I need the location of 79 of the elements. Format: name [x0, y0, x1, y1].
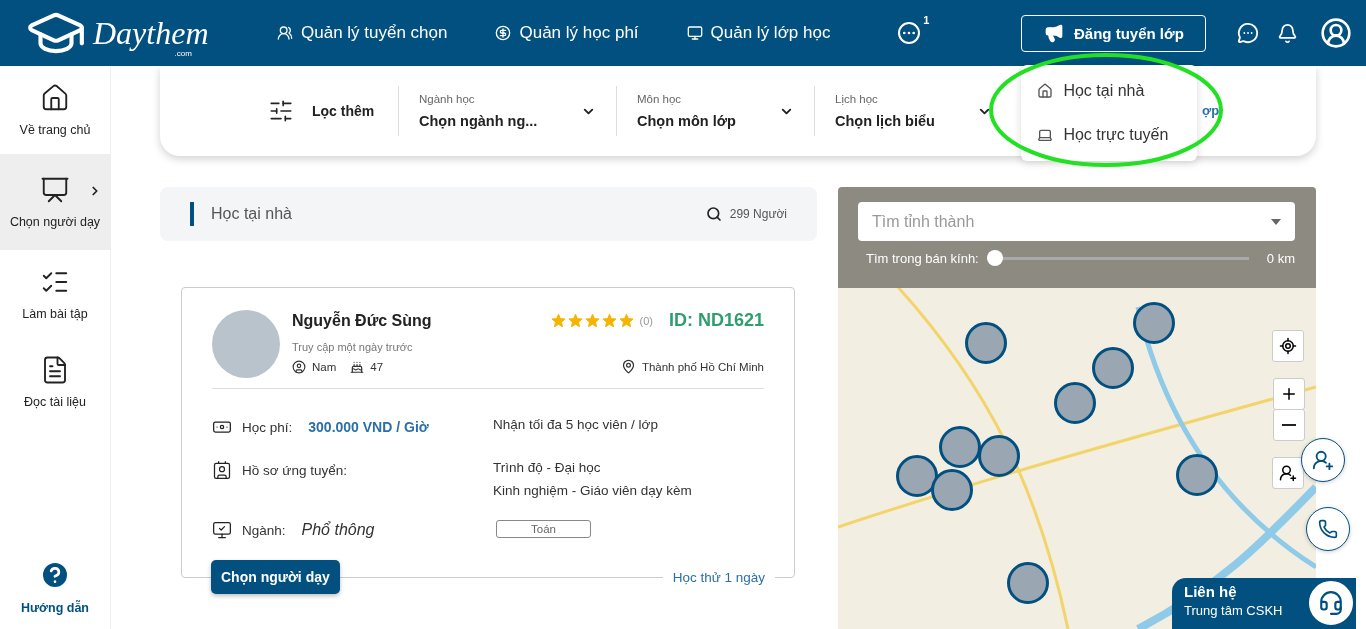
presentation-board-icon: [40, 175, 70, 205]
filter-dropdown[interactable]: Ngành học Chọn ngành ng...: [399, 93, 616, 129]
map-pin-icon: [620, 359, 636, 374]
monitor-icon: [212, 520, 232, 540]
search-icon[interactable]: [705, 206, 722, 222]
profile-icon: [212, 460, 232, 480]
location: Thành phố Hồ Chí Minh: [641, 360, 764, 373]
zoom-in-button[interactable]: [1273, 378, 1305, 410]
phone-icon: [1318, 519, 1338, 539]
filter-label: Môn học: [637, 93, 683, 105]
add-user-icon: [1279, 464, 1297, 482]
logo-suffix: .com: [174, 49, 192, 58]
age: 47: [370, 360, 384, 373]
dollar-icon: [495, 25, 512, 41]
choose-tutor-button[interactable]: Chọn người dạy: [211, 560, 340, 594]
help-link[interactable]: Hướng dẫn: [21, 601, 89, 615]
cake-icon: [350, 359, 365, 374]
profile-detail: Kinh nghiệm - Giáo viên dạy kèm: [493, 483, 692, 498]
subject-tag: Toán: [496, 520, 591, 538]
radius-value: 0 km: [1266, 250, 1295, 266]
house-icon: [1037, 82, 1054, 99]
add-user-button[interactable]: [1301, 438, 1345, 482]
review-count: (0): [639, 314, 653, 327]
tutor-name: Nguyễn Đức Sùng: [292, 311, 432, 330]
more-filters-button[interactable]: Lọc thêm: [268, 98, 398, 124]
dropdown-arrow-icon: [1271, 218, 1281, 225]
filter-value: Chọn lịch biểu: [835, 113, 935, 129]
minus-icon: [1282, 424, 1296, 426]
filter-value: Chọn ngành ng...: [419, 113, 538, 129]
add-user-icon: [1312, 449, 1334, 471]
plus-icon: [1280, 385, 1298, 403]
nav-link[interactable]: Quản lý lớp học: [686, 23, 831, 43]
post-class-button[interactable]: Đăng tuyển lớp: [1021, 14, 1207, 52]
contact-title: Liên hệ: [1184, 583, 1238, 600]
menu-item[interactable]: Học tại nhà: [1021, 68, 1198, 113]
filter-value: ợp: [1202, 102, 1220, 118]
field-label: Ngành:: [242, 522, 286, 538]
fee-value: 300.000 VND / Giờ: [308, 419, 429, 435]
profile-detail: Trình độ - Đại học: [493, 460, 602, 475]
megaphone-icon: [1043, 23, 1064, 43]
contact-subtitle: Trung tâm CSKH: [1184, 603, 1284, 618]
result-count: 299 Người: [729, 207, 787, 221]
locate-icon: [1279, 337, 1297, 355]
trial-text: Học thử 1 ngày: [662, 569, 775, 585]
contact-widget[interactable]: Liên hệ Trung tâm CSKH: [1172, 578, 1356, 629]
capacity-text: Nhận tối đa 5 học viên / lớp: [493, 417, 658, 432]
filter-dropdown[interactable]: Môn học Chọn môn lớp: [617, 93, 814, 129]
filter-value: Chọn môn lớp: [637, 113, 736, 129]
account-icon[interactable]: [1320, 17, 1353, 49]
notification-count: 1: [923, 14, 930, 26]
sidebar-item[interactable]: Chọn người dạy: [0, 154, 110, 250]
list-title: Học tại nhà: [211, 205, 293, 223]
headset-icon: [1318, 590, 1344, 616]
house-icon: [40, 83, 70, 113]
slider-thumb[interactable]: [986, 250, 1003, 266]
menu-item[interactable]: Học trực tuyến: [1021, 112, 1198, 157]
filter-label: Ngành học: [419, 93, 476, 105]
phone-button[interactable]: [1306, 507, 1350, 551]
nav-link[interactable]: Quản lý học phí: [495, 23, 639, 43]
more-icon[interactable]: [898, 22, 921, 44]
bell-icon[interactable]: [1277, 22, 1299, 44]
tutor-id: ID: ND1621: [668, 310, 764, 331]
logo-text[interactable]: Daythem: [93, 14, 209, 52]
last-seen: Truy cập một ngày trước: [292, 341, 414, 353]
users-icon: [277, 25, 293, 41]
locate-button[interactable]: [1272, 330, 1304, 362]
filter-dropdown[interactable]: Lịch học Chọn lịch biểu: [815, 93, 1012, 129]
gender-icon: [292, 359, 306, 374]
monitor-icon: [686, 25, 703, 41]
radius-label: Tìm trong bán kính:: [866, 250, 979, 266]
sliders-icon: [268, 98, 294, 124]
gender: Nam: [312, 360, 337, 373]
filter-label: Lịch học: [835, 93, 879, 105]
fee-label: Học phí:: [242, 419, 293, 435]
chat-icon[interactable]: [1237, 22, 1260, 44]
field-value: Phổ thông: [301, 521, 375, 539]
zoom-out-button[interactable]: [1273, 409, 1305, 441]
nav-link[interactable]: Quản lý tuyển chọn: [277, 23, 448, 43]
profile-label: Hồ sơ ứng tuyển:: [242, 462, 347, 478]
